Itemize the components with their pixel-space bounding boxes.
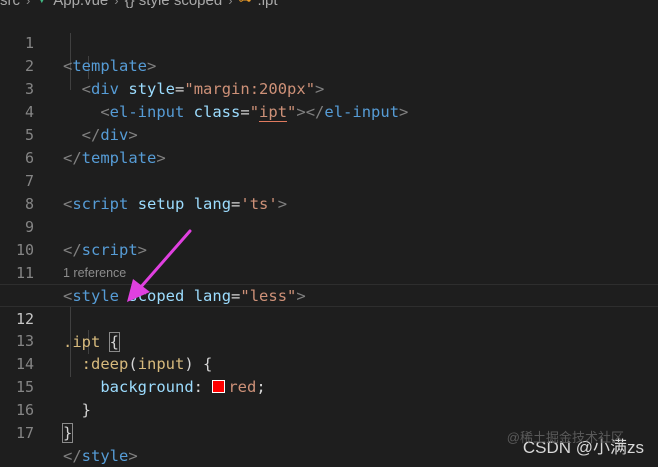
- watermark-faint: @稀土掘金技术社区: [506, 430, 624, 445]
- watermark: @稀土掘金技术社区 CSDN @小满zs: [507, 430, 644, 458]
- annotation-arrow: [127, 229, 192, 302]
